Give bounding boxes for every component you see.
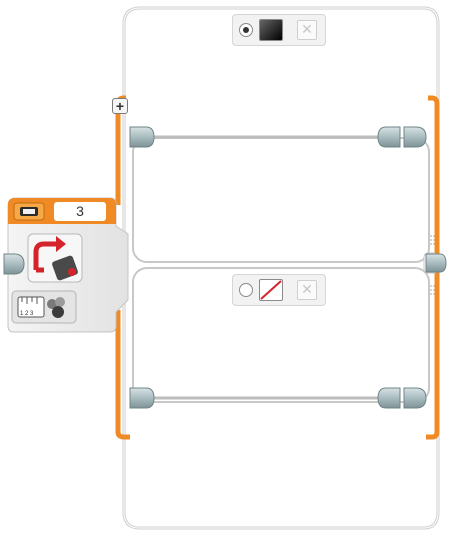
switch-input-plug[interactable] [3, 253, 25, 275]
case-2-input-plug[interactable] [129, 387, 155, 409]
case-2-header: ✕ [232, 274, 326, 306]
svg-text:1 2 3: 1 2 3 [20, 311, 34, 317]
port-number-field[interactable]: 3 [54, 202, 106, 221]
case-1-header: ✕ [232, 14, 326, 46]
black-color-swatch-icon[interactable] [259, 19, 283, 41]
case-1-area[interactable] [132, 137, 430, 263]
color-palette-icon[interactable]: 1 2 3 [11, 290, 77, 324]
case-2-default-radio[interactable] [239, 283, 253, 297]
port-selector-icon[interactable] [13, 202, 45, 221]
case-1-default-radio[interactable] [239, 23, 253, 37]
add-case-button[interactable]: + [112, 98, 128, 114]
color-sensor-compare-icon[interactable] [27, 233, 83, 283]
close-icon[interactable]: ✕ [297, 20, 317, 40]
close-icon[interactable]: ✕ [297, 280, 317, 300]
no-color-swatch-icon[interactable] [259, 279, 283, 301]
case-1-input-plug[interactable] [129, 126, 155, 148]
